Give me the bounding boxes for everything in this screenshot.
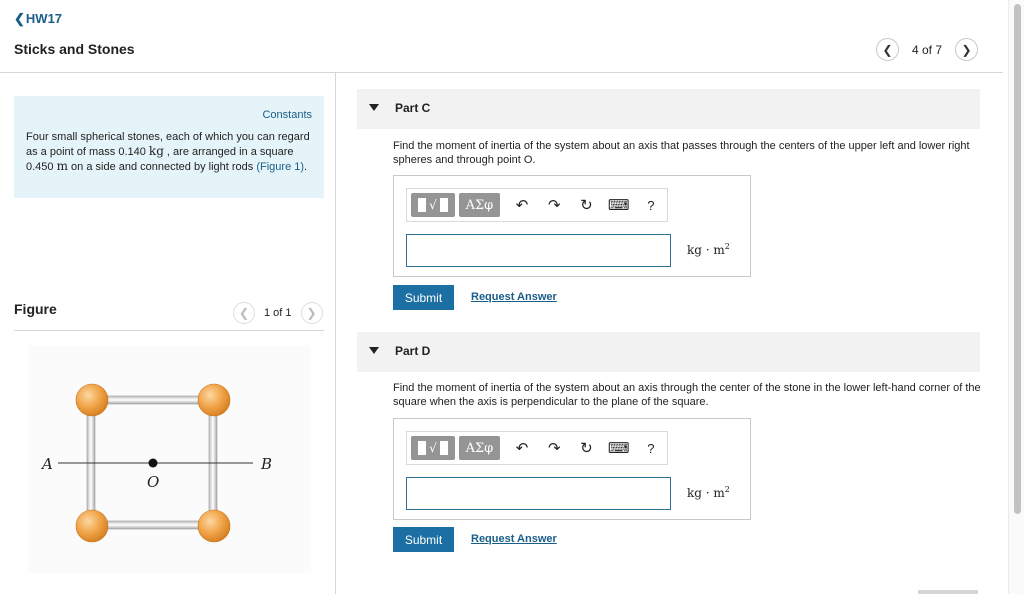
chevron-left-icon: ❮	[14, 11, 25, 26]
chevron-right-icon: ❯	[961, 42, 972, 57]
greek-symbols-button[interactable]: ΑΣφ	[458, 193, 500, 217]
back-link-label: HW17	[25, 11, 63, 26]
unit-text: kg · m	[687, 243, 725, 257]
label-a: A	[40, 455, 53, 473]
point-o-dot	[148, 458, 158, 468]
part-c-answer-input[interactable]	[406, 234, 671, 267]
part-c-title: Part C	[395, 101, 431, 115]
figure-link[interactable]: (Figure 1)	[256, 161, 304, 173]
square-of-stones-diagram: A B O	[40, 383, 272, 543]
next-item-button[interactable]: ❯	[955, 38, 979, 61]
part-c-question: Find the moment of inertia of the system…	[393, 140, 970, 166]
label-o: O	[147, 473, 159, 491]
part-d-unit: kg · m2	[687, 485, 730, 500]
rod-top	[91, 395, 213, 405]
part-d-submit-button[interactable]: Submit	[393, 527, 454, 552]
undo-button[interactable]: ↶	[506, 193, 538, 217]
next-figure-button[interactable]: ❯	[300, 302, 323, 324]
math-toolbar: √ ΑΣφ ↶ ↷ ↻ ⌨ ?	[406, 188, 668, 222]
templates-button[interactable]: √	[411, 436, 455, 460]
sqrt-icon: √	[429, 198, 437, 212]
label-b: B	[260, 455, 272, 473]
reset-button[interactable]: ↻	[570, 193, 602, 217]
template-square-icon	[418, 198, 427, 212]
unit-exponent: 2	[724, 485, 730, 494]
part-c-answer-box: √ ΑΣφ ↶ ↷ ↻ ⌨ ? kg · m2	[393, 175, 751, 277]
redo-button[interactable]: ↷	[538, 436, 570, 460]
collapse-triangle-icon	[369, 104, 379, 111]
reset-icon: ↻	[580, 197, 593, 214]
reset-button[interactable]: ↻	[570, 436, 602, 460]
constants-link[interactable]: Constants	[262, 109, 312, 121]
greek-symbols-button[interactable]: ΑΣφ	[458, 436, 500, 460]
rod-left	[86, 402, 96, 526]
rod-bottom	[91, 520, 213, 530]
unit-text: kg · m	[687, 486, 725, 500]
item-pager: ❮ 4 of 7 ❯	[876, 38, 979, 61]
keyboard-icon: ⌨	[607, 440, 630, 457]
sqrt-icon: √	[429, 441, 437, 455]
reset-icon: ↻	[580, 440, 593, 457]
figure-pager: ❮ 1 of 1 ❯	[233, 302, 323, 324]
help-button[interactable]: ?	[635, 436, 667, 460]
rod-right	[208, 402, 218, 526]
part-d-request-answer-link[interactable]: Request Answer	[471, 533, 557, 545]
keyboard-button[interactable]: ⌨	[603, 436, 635, 460]
chevron-left-icon: ❮	[238, 306, 250, 320]
back-to-assignment-link[interactable]: ❮HW17	[14, 11, 62, 27]
collapse-triangle-icon	[369, 347, 379, 354]
part-c-submit-button[interactable]: Submit	[393, 285, 454, 310]
template-square-icon	[439, 198, 448, 212]
redo-arrow-icon: ↷	[547, 440, 561, 457]
unit-kg: kg	[148, 144, 164, 158]
previous-item-button[interactable]: ❮	[876, 38, 899, 61]
template-square-icon	[439, 441, 448, 455]
chevron-right-icon: ❯	[306, 306, 317, 320]
unit-exponent: 2	[724, 242, 730, 251]
templates-button[interactable]: √	[411, 193, 455, 217]
scrollbar-track[interactable]	[1008, 0, 1024, 594]
keyboard-icon: ⌨	[607, 197, 630, 214]
problem-text: Four small spherical stones, each of whi…	[26, 130, 316, 174]
next-part-header-fragment	[918, 590, 978, 594]
assignment-title: Sticks and Stones	[14, 41, 135, 57]
part-d-answer-input[interactable]	[406, 477, 671, 510]
unit-m: m	[56, 159, 68, 173]
part-d-question: Find the moment of inertia of the system…	[393, 382, 981, 408]
undo-arrow-icon: ↶	[515, 197, 529, 214]
sphere-upper-left	[75, 383, 109, 417]
redo-arrow-icon: ↷	[547, 197, 561, 214]
help-button[interactable]: ?	[635, 193, 667, 217]
part-d-header[interactable]: Part D	[357, 332, 980, 372]
sphere-lower-left	[75, 509, 109, 543]
figure-count: 1 of 1	[264, 307, 292, 319]
keyboard-button[interactable]: ⌨	[603, 193, 635, 217]
template-square-icon	[418, 441, 427, 455]
header-divider	[0, 72, 1003, 73]
problem-statement-box: Constants Four small spherical stones, e…	[14, 96, 324, 198]
redo-button[interactable]: ↷	[538, 193, 570, 217]
undo-arrow-icon: ↶	[515, 440, 529, 457]
scrollbar-thumb[interactable]	[1014, 4, 1021, 514]
figure-divider	[14, 330, 324, 331]
sphere-lower-right	[197, 509, 231, 543]
part-c-header[interactable]: Part C	[357, 89, 980, 129]
previous-figure-button[interactable]: ❮	[233, 302, 255, 324]
part-c-request-answer-link[interactable]: Request Answer	[471, 291, 557, 303]
part-d-answer-box: √ ΑΣφ ↶ ↷ ↻ ⌨ ? kg · m2	[393, 418, 751, 520]
part-c-unit: kg · m2	[687, 242, 730, 257]
figure-heading: Figure	[14, 301, 57, 317]
chevron-left-icon: ❮	[882, 42, 893, 57]
sphere-upper-right	[197, 383, 231, 417]
part-d-title: Part D	[395, 344, 431, 358]
problem-text-part: on a side and connected by light rods	[67, 161, 257, 173]
figure-image: A B O	[28, 345, 311, 573]
math-toolbar: √ ΑΣφ ↶ ↷ ↻ ⌨ ?	[406, 431, 668, 465]
item-count: 4 of 7	[912, 42, 943, 57]
column-divider	[335, 73, 336, 594]
undo-button[interactable]: ↶	[506, 436, 538, 460]
problem-text-part: .	[304, 161, 308, 173]
